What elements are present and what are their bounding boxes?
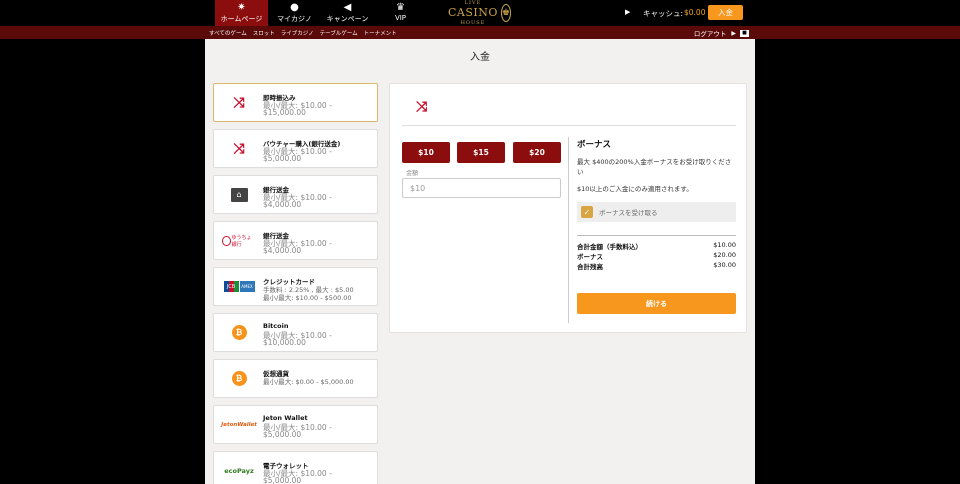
payment-method-voucher[interactable]: ⤨ バウチャー購入(銀行送金) 最小/最大: $10.00 - $5,000.0…: [213, 129, 378, 168]
crown-icon: ♛: [396, 2, 405, 13]
cash-value: $0.00: [684, 8, 706, 17]
bonus-checkbox-row[interactable]: ✓ ボーナスを受け取る: [577, 202, 736, 222]
cash-label: キャッシュ:: [643, 9, 684, 18]
summary-value: $10.00: [713, 241, 736, 249]
summary-label: 合計残高: [577, 263, 603, 271]
method-limits: $4,000.00: [263, 200, 302, 209]
summary-value: $20.00: [713, 251, 736, 259]
ecopayz-icon: ecoPayz: [222, 452, 256, 484]
bonus-checkbox-label: ボーナスを受け取る: [599, 209, 658, 217]
jeton-wallet-icon: JetonWallet: [221, 406, 257, 443]
jcb-logo: JCB: [223, 281, 239, 292]
page-title: 入金: [470, 52, 490, 63]
divider: [402, 125, 736, 126]
shuffle-icon: ⤨: [233, 94, 245, 111]
subnav-tournament[interactable]: トーナメント: [364, 29, 397, 37]
payment-method-credit-card[interactable]: JCB AMEX クレジットカード 手数料 : 2.25% , 最大 : $5.…: [213, 267, 378, 306]
logout-label: ログアウト: [693, 30, 727, 38]
payment-method-bitcoin[interactable]: ₿ Bitcoin 最小/最大: $10.00 - $10,000.00: [213, 313, 378, 352]
deposit-form: ⤨ $10 $15 $20 金額 ボーナス 最大 $400の200%入金ボーナス…: [389, 83, 747, 333]
method-limits: 最小/最大: $0.00 - $5,000.00: [263, 378, 354, 386]
summary-row-total: 合計金額（手数料込） $10.00: [577, 241, 736, 251]
payment-method-instant-transfer[interactable]: ⤨ 即時振込み 最小/最大: $10.00 - $15,000.00: [213, 83, 378, 122]
summary-label: 合計金額（手数料込）: [577, 243, 642, 251]
nav-my-casino[interactable]: ● マイカジノ: [268, 0, 321, 26]
amount-button-10[interactable]: $10: [402, 142, 450, 163]
logo-text: LIVE CASINO HOUSE: [448, 0, 498, 28]
method-name: Jeton Wallet: [263, 414, 308, 422]
divider: [568, 137, 569, 323]
amount-input[interactable]: [402, 178, 561, 198]
sub-nav: すべてのゲーム スロット ライブカジノ テーブルゲーム トーナメント ログアウト…: [0, 26, 960, 39]
shuffle-icon: ⤨: [233, 140, 245, 157]
shuffle-icon: ⤨: [416, 99, 428, 115]
nav-label: VIP: [394, 14, 407, 22]
method-limits: $5,000.00: [263, 430, 302, 439]
divider: [577, 235, 736, 236]
subnav-slots[interactable]: スロット: [253, 29, 275, 37]
nav-campaign[interactable]: ◀ キャンペーン: [321, 0, 374, 26]
amount-button-20[interactable]: $20: [513, 142, 561, 163]
subnav-table-games[interactable]: テーブルゲーム: [320, 29, 358, 37]
bonus-title: ボーナス: [577, 140, 612, 150]
payment-method-jeton-wallet[interactable]: JetonWallet Jeton Wallet 最小/最大: $10.00 -…: [213, 405, 378, 444]
play-icon: ▶: [731, 29, 736, 37]
method-limits: $15,000.00: [263, 108, 306, 117]
method-name: Bitcoin: [263, 322, 289, 330]
nav-vip[interactable]: ♛ VIP: [374, 0, 427, 26]
method-limits: $5,000.00: [263, 154, 302, 163]
continue-button[interactable]: 続ける: [577, 293, 736, 314]
main-nav: ✷ ホームページ ● マイカジノ ◀ キャンペーン ♛ VIP: [215, 0, 427, 26]
payment-method-japan-post-bank[interactable]: ゆうちょ銀行 銀行送金 最小/最大: $10.00 - $4,000.00: [213, 221, 378, 260]
summary-row-balance: 合計残高 $30.00: [577, 261, 736, 271]
amount-button-15[interactable]: $15: [457, 142, 505, 163]
summary-label: ボーナス: [577, 253, 603, 261]
top-bar: ✷ ホームページ ● マイカジノ ◀ キャンペーン ♛ VIP LIVE CAS…: [0, 0, 960, 26]
method-limits: 最小/最大: $10.00 - $500.00: [263, 294, 352, 302]
logo-emblem-icon: ♚: [500, 4, 511, 22]
play-icon[interactable]: ▶: [625, 8, 630, 16]
summary-value: $30.00: [713, 261, 736, 269]
bank-icon: ⌂: [222, 176, 256, 213]
nav-label: キャンペーン: [326, 15, 369, 23]
payment-method-ecopayz[interactable]: ecoPayz 電子ウォレット 最小/最大: $10.00 - $5,000.0…: [213, 451, 378, 484]
payment-method-bank-transfer[interactable]: ⌂ 銀行送金 最小/最大: $10.00 - $4,000.00: [213, 175, 378, 214]
subnav-all-games[interactable]: すべてのゲーム: [209, 29, 247, 37]
bonus-note: $10以上のご入金にのみ適用されます。: [577, 185, 693, 193]
checkbox-checked-icon[interactable]: ✓: [581, 206, 593, 218]
amount-label: 金額: [406, 170, 419, 177]
user-icon: ●: [290, 2, 299, 13]
sub-nav-inner: すべてのゲーム スロット ライブカジノ テーブルゲーム トーナメント ログアウト…: [205, 26, 755, 39]
logo-text: ecoPayz: [224, 466, 254, 475]
payment-method-crypto[interactable]: ₿ 仮想通貨 最小/最大: $0.00 - $5,000.00: [213, 359, 378, 398]
header-deposit-button[interactable]: 入金: [708, 5, 743, 20]
flag-icon: ■: [740, 29, 749, 37]
nav-home[interactable]: ✷ ホームページ: [215, 0, 268, 26]
logo-text: JetonWallet: [221, 421, 257, 428]
bonus-description: 最大 $400の200%入金ボーナスをお受け取りください: [577, 158, 732, 176]
home-icon: ✷: [237, 2, 246, 13]
logo-text: ゆうちょ銀行: [231, 234, 252, 248]
credit-card-icon: JCB AMEX: [222, 268, 256, 305]
subnav-live-casino[interactable]: ライブカジノ: [281, 29, 314, 37]
bitcoin-icon: ₿: [222, 314, 256, 351]
method-limits: $4,000.00: [263, 246, 302, 255]
payment-method-list: ⤨ 即時振込み 最小/最大: $10.00 - $15,000.00 ⤨ バウチ…: [213, 83, 378, 484]
nav-label: ホームページ: [220, 15, 263, 23]
bitcoin-icon: ₿: [222, 360, 256, 397]
method-limits: $10,000.00: [263, 338, 306, 347]
main-panel: 入金 ⤨ 即時振込み 最小/最大: $10.00 - $15,000.00 ⤨ …: [205, 39, 755, 484]
japan-post-bank-icon: ゆうちょ銀行: [222, 222, 256, 259]
nav-label: マイカジノ: [277, 15, 312, 23]
site-logo[interactable]: LIVE CASINO HOUSE ♚: [448, 0, 511, 28]
amex-logo: AMEX: [239, 281, 255, 292]
logout-link[interactable]: ログアウト ▶ ■: [694, 28, 749, 38]
megaphone-icon: ◀: [343, 2, 352, 13]
summary-row-bonus: ボーナス $20.00: [577, 251, 736, 261]
method-limits: $5,000.00: [263, 476, 302, 484]
